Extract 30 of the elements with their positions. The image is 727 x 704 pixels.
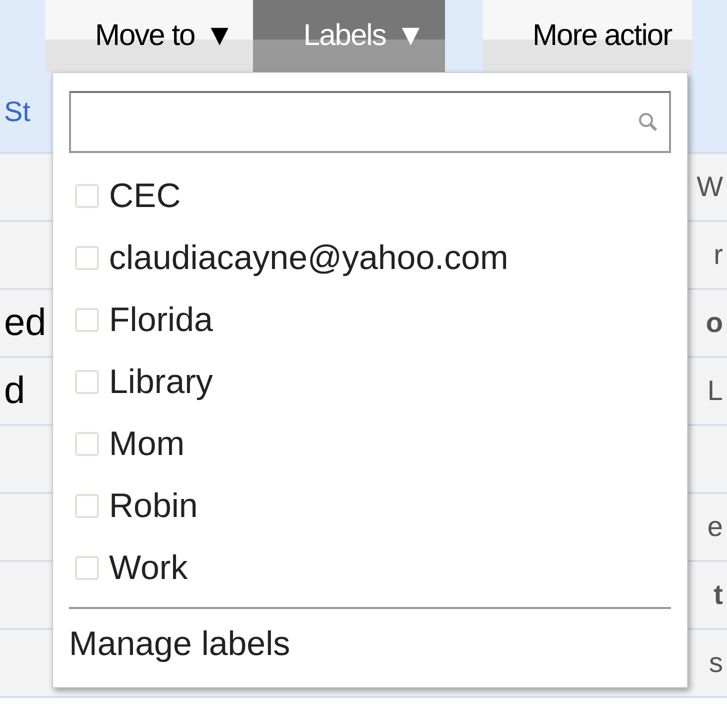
label-name[interactable]: Florida <box>109 300 213 340</box>
row-text: St <box>3 96 32 128</box>
label-name[interactable]: Robin <box>109 486 198 526</box>
label-name[interactable]: claudiacayne@yahoo.com <box>109 238 508 278</box>
row-text: s <box>708 647 724 679</box>
checkbox[interactable] <box>75 432 99 456</box>
row-text: L <box>706 375 724 407</box>
checkbox[interactable] <box>75 556 99 580</box>
label-name[interactable]: Library <box>109 362 213 402</box>
label-name[interactable]: Mom <box>109 424 185 464</box>
toolbar-button[interactable]: Labels ▼ <box>253 0 445 72</box>
row-text: o <box>704 307 724 339</box>
row-text: r <box>712 239 724 271</box>
row-text: d <box>3 370 26 412</box>
search-field[interactable] <box>69 91 671 153</box>
label-name[interactable]: CEC <box>109 176 181 216</box>
search-icon <box>637 111 659 133</box>
checkbox[interactable] <box>75 308 99 332</box>
row-text: e <box>706 511 724 543</box>
checkbox[interactable] <box>75 370 99 394</box>
toolbar-button[interactable]: More actior <box>482 0 692 72</box>
checkbox[interactable] <box>75 494 99 518</box>
checkbox[interactable] <box>75 184 99 208</box>
toolbar-button[interactable]: Move to ▼ <box>45 0 254 72</box>
row-text: W <box>696 171 724 203</box>
row-text: t <box>712 579 724 611</box>
row-text: ed <box>3 302 48 344</box>
manage-labels-link[interactable]: Manage labels <box>69 617 671 664</box>
checkbox[interactable] <box>75 246 99 270</box>
label-name[interactable]: Work <box>109 548 188 588</box>
